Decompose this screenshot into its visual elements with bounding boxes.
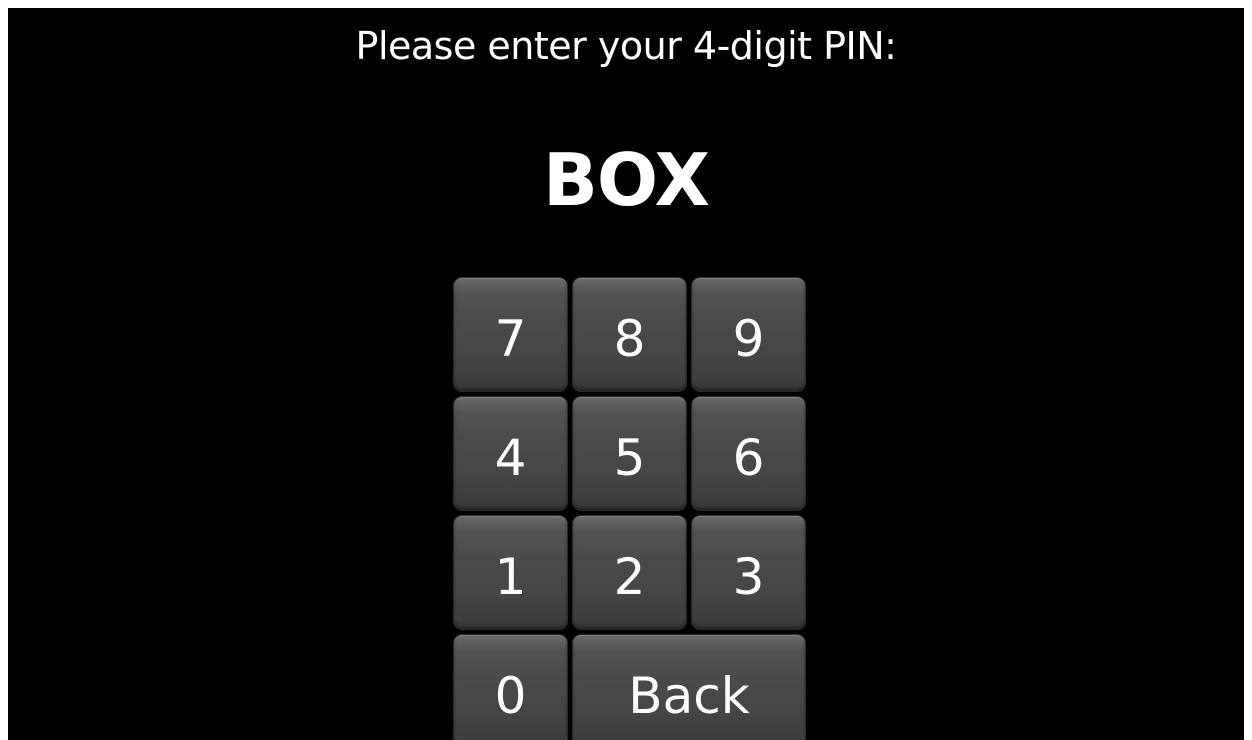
key-label: 8: [613, 309, 646, 368]
numeric-keypad: 7 8 9 4 5 6 1 2 3 0 Back: [453, 277, 807, 740]
key-0[interactable]: 0: [453, 634, 568, 740]
key-6[interactable]: 6: [691, 396, 806, 511]
key-label: 6: [732, 428, 765, 487]
key-7[interactable]: 7: [453, 277, 568, 392]
key-1[interactable]: 1: [453, 515, 568, 630]
key-label: 4: [494, 428, 527, 487]
key-3[interactable]: 3: [691, 515, 806, 630]
key-label: 9: [732, 309, 765, 368]
back-button-label: Back: [628, 666, 750, 725]
key-label: 7: [494, 309, 527, 368]
key-9[interactable]: 9: [691, 277, 806, 392]
pin-entry-screen: Please enter your 4-digit PIN: BOX 7 8 9…: [8, 8, 1244, 740]
pin-entry-display: BOX: [542, 138, 710, 222]
key-2[interactable]: 2: [572, 515, 687, 630]
key-label: 5: [613, 428, 646, 487]
key-5[interactable]: 5: [572, 396, 687, 511]
key-label: 0: [494, 666, 527, 725]
back-button[interactable]: Back: [572, 634, 806, 740]
key-label: 1: [494, 547, 527, 606]
key-8[interactable]: 8: [572, 277, 687, 392]
key-label: 3: [732, 547, 765, 606]
key-4[interactable]: 4: [453, 396, 568, 511]
pin-prompt: Please enter your 4-digit PIN:: [355, 24, 897, 68]
key-label: 2: [613, 547, 646, 606]
